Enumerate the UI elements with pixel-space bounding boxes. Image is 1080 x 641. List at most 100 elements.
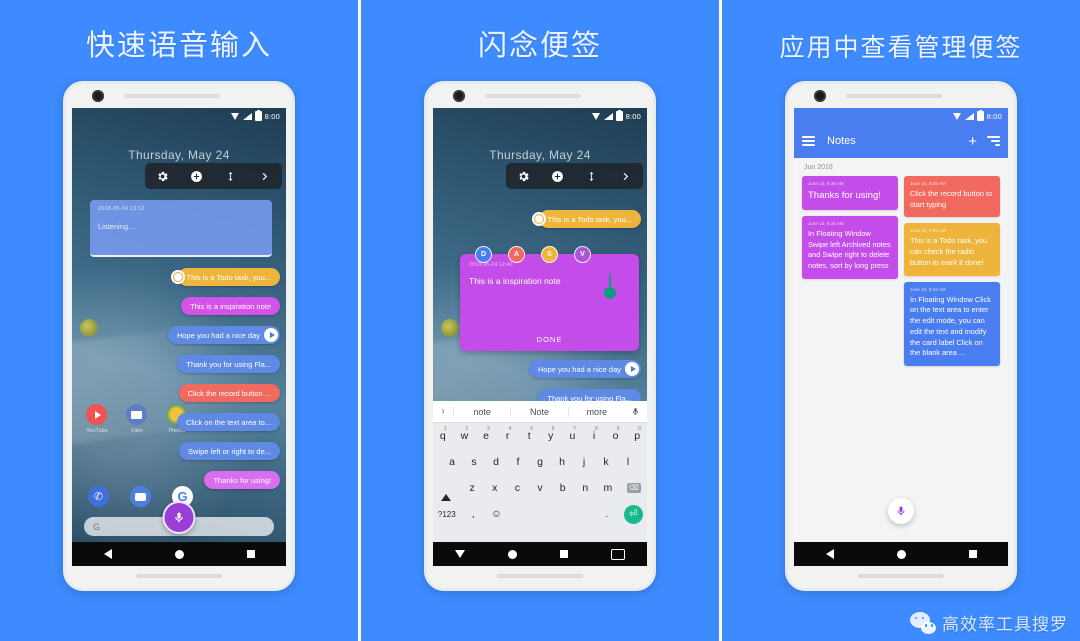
mic-icon[interactable] xyxy=(625,406,647,417)
resize-vertical-icon[interactable] xyxy=(224,169,238,183)
back-icon[interactable] xyxy=(103,549,112,559)
key-a[interactable]: a xyxy=(442,456,462,468)
keyboard-row-1[interactable]: 1q 2w 3e 4r 5t 6y 7u 8i 9o 0p xyxy=(433,423,647,449)
suggestion-word[interactable]: Note xyxy=(510,406,567,417)
note-text[interactable]: This is a inspiration note xyxy=(469,274,630,299)
key-comma[interactable]: , xyxy=(463,508,484,520)
note-pill[interactable]: Thanks for using! xyxy=(204,471,280,489)
sort-icon[interactable] xyxy=(987,136,1000,146)
key-p[interactable]: 0p xyxy=(627,426,647,442)
home-icon[interactable] xyxy=(174,549,184,559)
note-pill[interactable]: Thank you for using Fla... xyxy=(177,355,280,373)
navigation-bar[interactable] xyxy=(72,542,286,566)
note-card[interactable]: June 10, 9:35 AM This is a Todo task, yo… xyxy=(904,223,1000,276)
key-i[interactable]: 8i xyxy=(584,426,604,442)
keyboard-row-2[interactable]: a s d f g h j k l xyxy=(433,449,647,475)
todo-toggle-icon[interactable] xyxy=(531,212,546,226)
home-icon[interactable] xyxy=(507,549,517,559)
suggestion-word[interactable]: note xyxy=(453,406,510,417)
note-pill[interactable]: Hope you had a nice day xyxy=(168,326,280,344)
done-button[interactable]: DONE xyxy=(460,335,639,344)
label-badge[interactable]: A xyxy=(508,246,525,263)
recents-icon[interactable] xyxy=(968,550,977,558)
key-r[interactable]: 4r xyxy=(498,426,518,442)
key-z[interactable]: z xyxy=(462,482,483,494)
note-pill[interactable]: Click on the text area to... xyxy=(176,413,280,431)
key-u[interactable]: 7u xyxy=(563,426,583,442)
note-card[interactable]: June 10, 9:35 AM Click the record button… xyxy=(904,176,1000,218)
enter-icon[interactable]: ⏎ xyxy=(619,504,647,524)
youtube-icon[interactable] xyxy=(86,404,107,425)
floating-toolbar[interactable] xyxy=(145,163,282,189)
note-pill[interactable]: Hope you had a nice day xyxy=(529,360,641,378)
plus-icon[interactable]: + xyxy=(968,134,977,149)
mic-record-button[interactable] xyxy=(888,498,914,524)
phone-icon[interactable]: ✆ xyxy=(88,486,109,507)
recents-icon[interactable] xyxy=(246,550,255,558)
shift-icon[interactable] xyxy=(433,482,460,501)
keyboard-row-4[interactable]: ?123 , ☺ . ⏎ xyxy=(433,501,647,527)
note-pill[interactable]: This is a inspiration note xyxy=(181,297,280,315)
key-x[interactable]: x xyxy=(484,482,505,494)
resize-vertical-icon[interactable] xyxy=(585,169,599,183)
key-o[interactable]: 9o xyxy=(606,426,626,442)
key-d[interactable]: d xyxy=(486,456,506,468)
plus-circle-icon[interactable] xyxy=(189,169,203,183)
back-icon[interactable] xyxy=(825,549,834,559)
keyboard-row-3[interactable]: z x c v b n m ⌫ xyxy=(433,475,647,501)
key-f[interactable]: f xyxy=(508,456,528,468)
key-b[interactable]: b xyxy=(552,482,573,494)
key-t[interactable]: 5t xyxy=(519,426,539,442)
backspace-icon[interactable]: ⌫ xyxy=(620,483,647,493)
todo-toggle-icon[interactable] xyxy=(170,270,185,284)
label-badge[interactable]: V xyxy=(574,246,591,263)
key-j[interactable]: j xyxy=(574,456,594,468)
key-k[interactable]: k xyxy=(596,456,616,468)
key-l[interactable]: l xyxy=(618,456,638,468)
label-badges[interactable]: D A S V xyxy=(475,246,591,263)
space-key[interactable] xyxy=(509,508,594,520)
label-badge[interactable]: S xyxy=(541,246,558,263)
files-icon[interactable] xyxy=(126,404,147,425)
suggestion-bar[interactable]: › note Note more xyxy=(433,401,647,423)
floating-toolbar[interactable] xyxy=(506,163,643,189)
chevron-right-icon[interactable] xyxy=(258,169,272,183)
key-v[interactable]: v xyxy=(530,482,551,494)
chevron-right-icon[interactable]: › xyxy=(433,406,453,417)
suggestion-word[interactable]: more xyxy=(567,406,625,417)
gear-icon[interactable] xyxy=(155,169,169,183)
emoji-icon[interactable]: ☺ xyxy=(486,508,507,520)
plus-circle-icon[interactable] xyxy=(550,169,564,183)
hamburger-icon[interactable] xyxy=(802,136,815,146)
keyboard-icon[interactable] xyxy=(611,548,626,560)
key-y[interactable]: 6y xyxy=(541,426,561,442)
play-icon[interactable] xyxy=(264,328,278,342)
navigation-bar[interactable] xyxy=(433,542,647,566)
note-card[interactable]: June 10, 9:36 AM Thanks for using! xyxy=(802,176,898,210)
key-h[interactable]: h xyxy=(552,456,572,468)
key-m[interactable]: m xyxy=(598,482,619,494)
recents-icon[interactable] xyxy=(560,550,569,558)
chevron-right-icon[interactable] xyxy=(619,169,633,183)
note-pill[interactable]: Click the record button ... xyxy=(178,384,280,402)
note-card[interactable]: June 10, 9:34 AM In Floating Window Clic… xyxy=(904,281,1000,367)
note-pill[interactable]: Swipe left or right to de... xyxy=(179,442,280,460)
symbols-key[interactable]: ?123 xyxy=(433,510,461,519)
listening-card[interactable]: 2018-05-24 13:12 Listening... xyxy=(90,200,272,257)
key-n[interactable]: n xyxy=(575,482,596,494)
mic-record-button[interactable] xyxy=(162,501,196,534)
gear-icon[interactable] xyxy=(516,169,530,183)
navigation-bar[interactable] xyxy=(794,542,1008,566)
play-icon[interactable] xyxy=(625,362,639,376)
messages-icon[interactable] xyxy=(130,486,151,507)
key-g[interactable]: g xyxy=(530,456,550,468)
key-w[interactable]: 2w xyxy=(455,426,475,442)
key-q[interactable]: 1q xyxy=(433,426,453,442)
key-s[interactable]: s xyxy=(464,456,484,468)
label-badge[interactable]: D xyxy=(475,246,492,263)
back-icon[interactable] xyxy=(454,550,465,558)
soft-keyboard[interactable]: › note Note more 1q 2w 3e 4r 5t 6 y 7 u … xyxy=(433,401,647,542)
note-pill[interactable]: This is a Todo task, you... xyxy=(531,210,641,228)
key-c[interactable]: c xyxy=(507,482,528,494)
key-period[interactable]: . xyxy=(596,508,617,520)
